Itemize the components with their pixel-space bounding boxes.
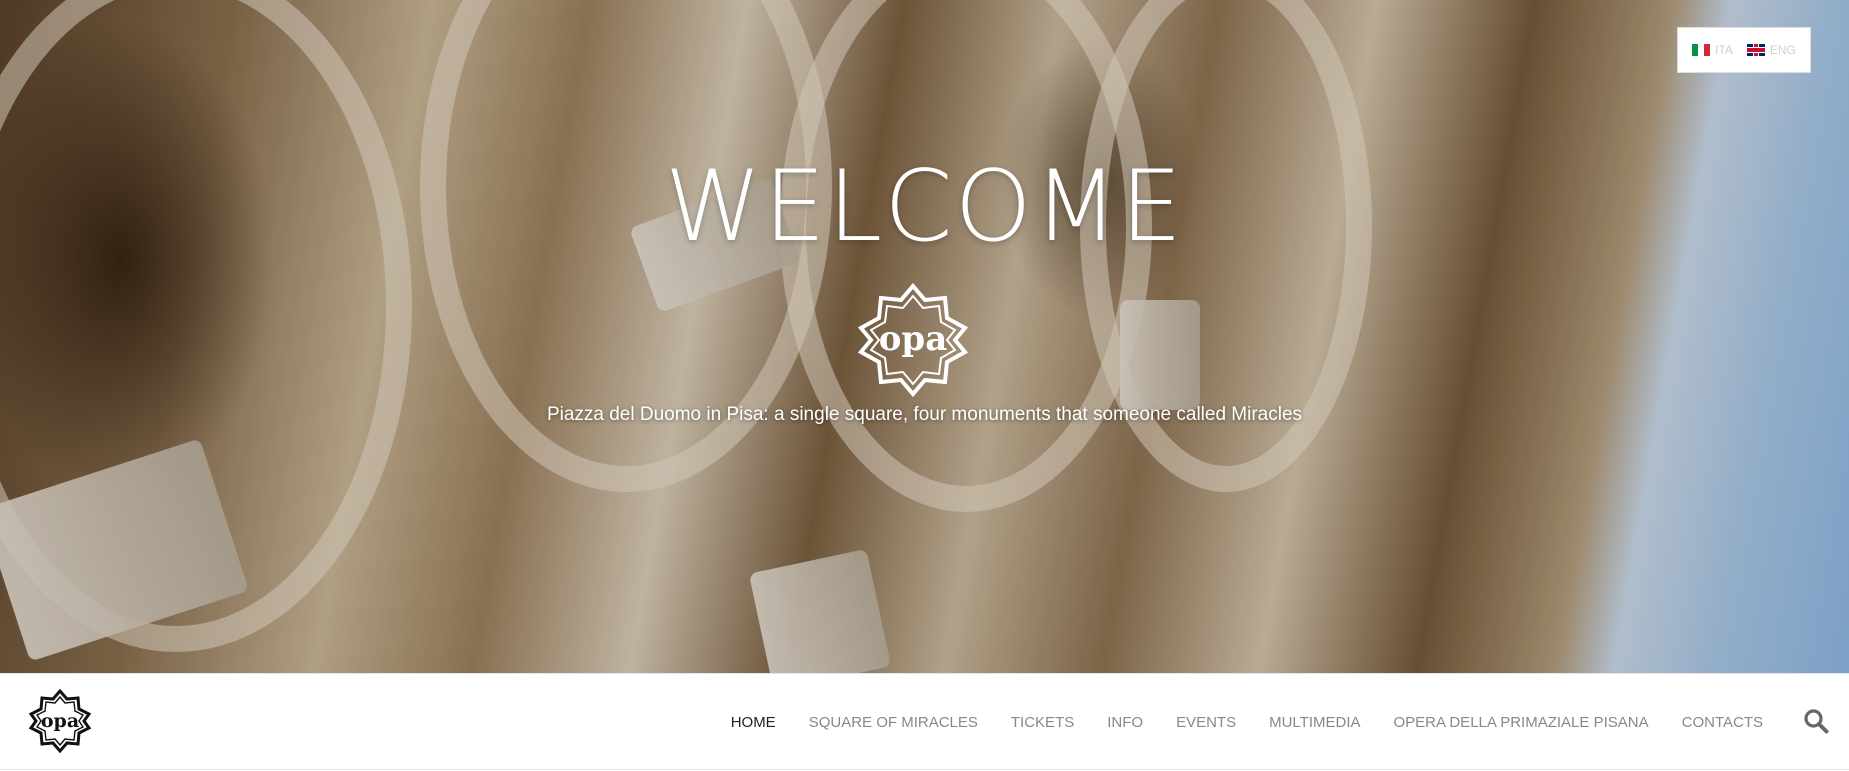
hero-banner: ITA ENG WELCOME opa Piazza del Duomo in … (0, 0, 1849, 673)
language-switcher: ITA ENG (1677, 27, 1811, 73)
menu-item-multimedia[interactable]: MULTIMEDIA (1269, 714, 1360, 731)
language-option-eng[interactable]: ENG (1746, 43, 1796, 57)
opa-logo-icon: opa (857, 282, 969, 398)
main-menu: HOME SQUARE OF MIRACLES TICKETS INFO EVE… (731, 674, 1763, 771)
menu-item-opera-della-primaziale-pisana[interactable]: OPERA DELLA PRIMAZIALE PISANA (1394, 714, 1649, 731)
language-option-ita[interactable]: ITA (1692, 43, 1733, 57)
menu-item-contacts[interactable]: CONTACTS (1682, 714, 1763, 731)
hero-title: WELCOME (664, 150, 1185, 264)
menu-item-home[interactable]: HOME (731, 714, 776, 731)
hero-logo-text: opa (879, 319, 947, 359)
menu-item-info[interactable]: INFO (1107, 714, 1143, 731)
uk-flag-icon (1746, 44, 1765, 56)
opa-logo-icon[interactable]: opa (28, 689, 92, 753)
main-navbar: opa HOME SQUARE OF MIRACLES TICKETS INFO… (0, 673, 1849, 770)
menu-item-events[interactable]: EVENTS (1176, 714, 1236, 731)
language-label: ENG (1769, 43, 1796, 57)
nav-logo-text: opa (41, 710, 79, 732)
language-label: ITA (1715, 43, 1733, 57)
italy-flag-icon (1692, 44, 1711, 56)
menu-item-square-of-miracles[interactable]: SQUARE OF MIRACLES (809, 714, 978, 731)
hero-tagline: Piazza del Duomo in Pisa: a single squar… (546, 404, 1303, 425)
search-icon[interactable] (1803, 708, 1829, 734)
menu-item-tickets[interactable]: TICKETS (1011, 714, 1074, 731)
